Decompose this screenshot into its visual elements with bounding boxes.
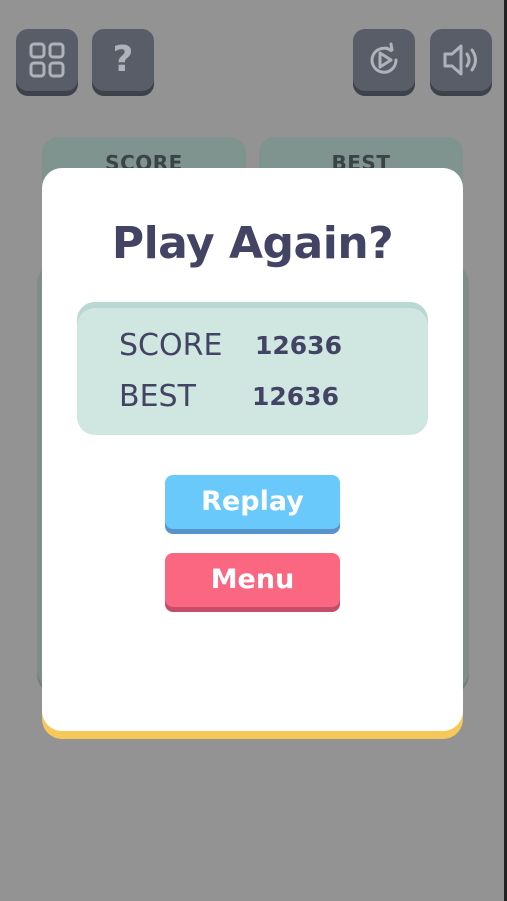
help-button[interactable]: ?	[92, 29, 154, 91]
menu-button[interactable]: Menu	[165, 553, 340, 607]
grid-menu-icon	[29, 42, 65, 78]
score-label: SCORE	[119, 328, 223, 363]
help-icon: ?	[112, 39, 134, 80]
sound-button[interactable]	[430, 29, 492, 91]
best-row: BEST 12636	[77, 377, 428, 417]
best-value: 12636	[252, 382, 339, 411]
score-summary: SCORE 12636 BEST 12636	[77, 302, 428, 435]
best-label: BEST	[119, 379, 196, 414]
grid-menu-button[interactable]	[16, 29, 78, 91]
score-value: 12636	[255, 331, 342, 360]
sound-icon	[441, 42, 481, 78]
restart-button[interactable]	[353, 29, 415, 91]
score-row: SCORE 12636	[77, 326, 428, 366]
play-again-dialog: Play Again? SCORE 12636 BEST 12636 Repla…	[42, 168, 463, 731]
dialog-title: Play Again?	[111, 218, 394, 269]
replay-button[interactable]: Replay	[165, 475, 340, 529]
restart-icon	[365, 41, 403, 79]
